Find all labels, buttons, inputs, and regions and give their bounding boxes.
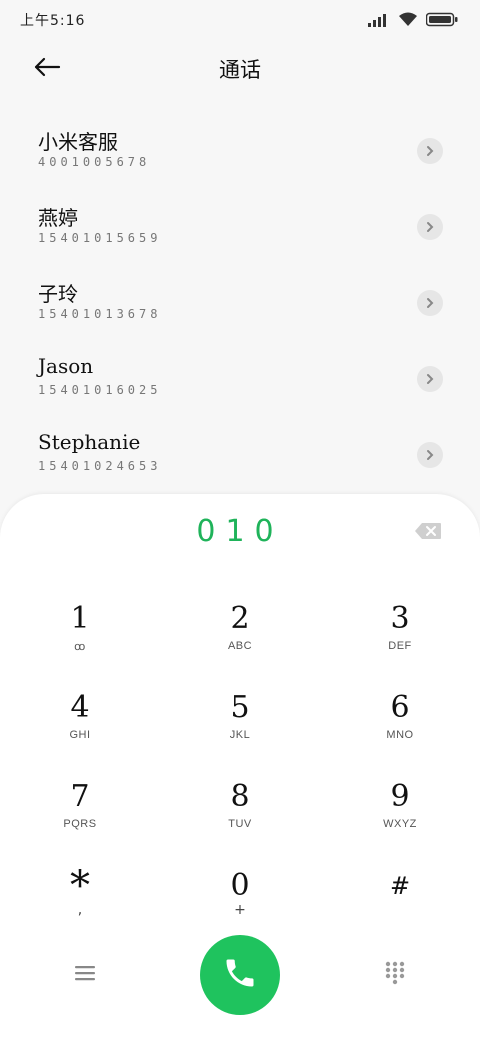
contact-row[interactable]: Stephanie 15401024653 (0, 416, 480, 492)
signal-icon (368, 12, 390, 31)
contact-detail-button[interactable] (417, 138, 443, 164)
contact-detail-button[interactable] (417, 366, 443, 392)
key-5[interactable]: 5 JKL (180, 673, 300, 762)
key-digit: # (389, 872, 411, 900)
key-0[interactable]: 0 + (180, 851, 300, 940)
chevron-right-icon (425, 218, 435, 237)
key-letters: JKL (229, 729, 251, 741)
contact-row[interactable]: 燕婷 15401015659 (0, 188, 480, 264)
key-2[interactable]: 2 ABC (180, 584, 300, 673)
status-icons (368, 12, 458, 31)
status-time: 上午5:16 (20, 13, 86, 29)
status-bar: 上午5:16 (0, 0, 480, 40)
chevron-right-icon (425, 370, 435, 389)
header: 通话 (0, 40, 480, 100)
key-star[interactable]: * , (20, 851, 140, 940)
contact-row[interactable]: Jason 15401016025 (0, 340, 480, 416)
menu-icon (75, 965, 95, 985)
key-6[interactable]: 6 MNO (340, 673, 460, 762)
dialpad-icon (385, 961, 405, 989)
keypad-row: * , 0 + # (0, 851, 480, 940)
key-digit: 8 (230, 779, 250, 814)
contact-name: Stephanie (38, 430, 141, 454)
contact-detail-button[interactable] (417, 214, 443, 240)
key-digit: * (70, 863, 90, 909)
dialpad: 010 1 ꝏ 2 ABC 3 DEF 4 GHI 5 JKL 6 MNO 7 … (0, 494, 480, 1040)
call-button[interactable] (200, 935, 280, 1015)
key-3[interactable]: 3 DEF (340, 584, 460, 673)
key-digit: 7 (70, 779, 90, 814)
key-digit: 3 (390, 601, 410, 636)
key-sub: + (234, 902, 246, 918)
contact-row[interactable]: 子玲 15401013678 (0, 264, 480, 340)
key-9[interactable]: 9 WXYZ (340, 762, 460, 851)
contact-number: 15401015659 (38, 231, 162, 245)
key-letters: DEF (388, 640, 412, 652)
phone-icon (222, 955, 258, 995)
key-hash[interactable]: # (340, 851, 460, 940)
contact-name: 燕婷 (38, 206, 78, 230)
contact-detail-button[interactable] (417, 442, 443, 468)
chevron-right-icon (425, 142, 435, 161)
key-7[interactable]: 7 PQRS (20, 762, 140, 851)
chevron-right-icon (425, 294, 435, 313)
key-letters: TUV (228, 818, 252, 830)
keypad-row: 1 ꝏ 2 ABC 3 DEF (0, 584, 480, 673)
key-letters: ABC (227, 640, 253, 652)
key-digit: 9 (390, 779, 410, 814)
backspace-button[interactable] (414, 522, 442, 540)
key-8[interactable]: 8 TUV (180, 762, 300, 851)
key-4[interactable]: 4 GHI (20, 673, 140, 762)
menu-button[interactable] (66, 960, 104, 990)
voicemail-icon: ꝏ (74, 641, 86, 653)
key-digit: 5 (230, 690, 250, 725)
contact-name: 小米客服 (38, 130, 118, 154)
contact-detail-button[interactable] (417, 290, 443, 316)
contact-number: 15401013678 (38, 307, 162, 321)
battery-icon (425, 12, 458, 31)
key-digit: 1 (70, 601, 90, 636)
key-letters: WXYZ (383, 818, 417, 830)
key-digit: 2 (230, 601, 250, 636)
keypad-row: 7 PQRS 8 TUV 9 WXYZ (0, 762, 480, 851)
keypad-row: 4 GHI 5 JKL 6 MNO (0, 673, 480, 762)
contact-name: Jason (38, 354, 94, 378)
key-digit: 6 (390, 690, 410, 725)
chevron-right-icon (425, 446, 435, 465)
bottom-bar (0, 934, 480, 1024)
page-title: 通话 (219, 58, 261, 82)
key-digit: 4 (70, 690, 90, 725)
key-1[interactable]: 1 ꝏ (20, 584, 140, 673)
contact-number: 15401024653 (38, 459, 162, 473)
key-letters: MNO (386, 729, 414, 741)
contact-row[interactable]: 小米客服 4001005678 (0, 112, 480, 188)
wifi-icon (398, 12, 418, 31)
dialed-number: 010 (196, 514, 284, 549)
keypad-toggle-button[interactable] (376, 958, 414, 992)
keypad: 1 ꝏ 2 ABC 3 DEF 4 GHI 5 JKL 6 MNO 7 PQRS… (0, 584, 480, 940)
contact-name: 子玲 (38, 282, 78, 306)
backspace-icon (414, 523, 442, 544)
contact-number: 15401016025 (38, 383, 162, 397)
key-sub: , (77, 902, 83, 918)
key-letters: GHI (69, 729, 91, 741)
contact-number: 4001005678 (38, 155, 151, 169)
contact-list: 小米客服 4001005678 燕婷 15401015659 子玲 154010… (0, 112, 480, 492)
key-letters: PQRS (63, 818, 97, 830)
key-digit: 0 (230, 868, 250, 903)
